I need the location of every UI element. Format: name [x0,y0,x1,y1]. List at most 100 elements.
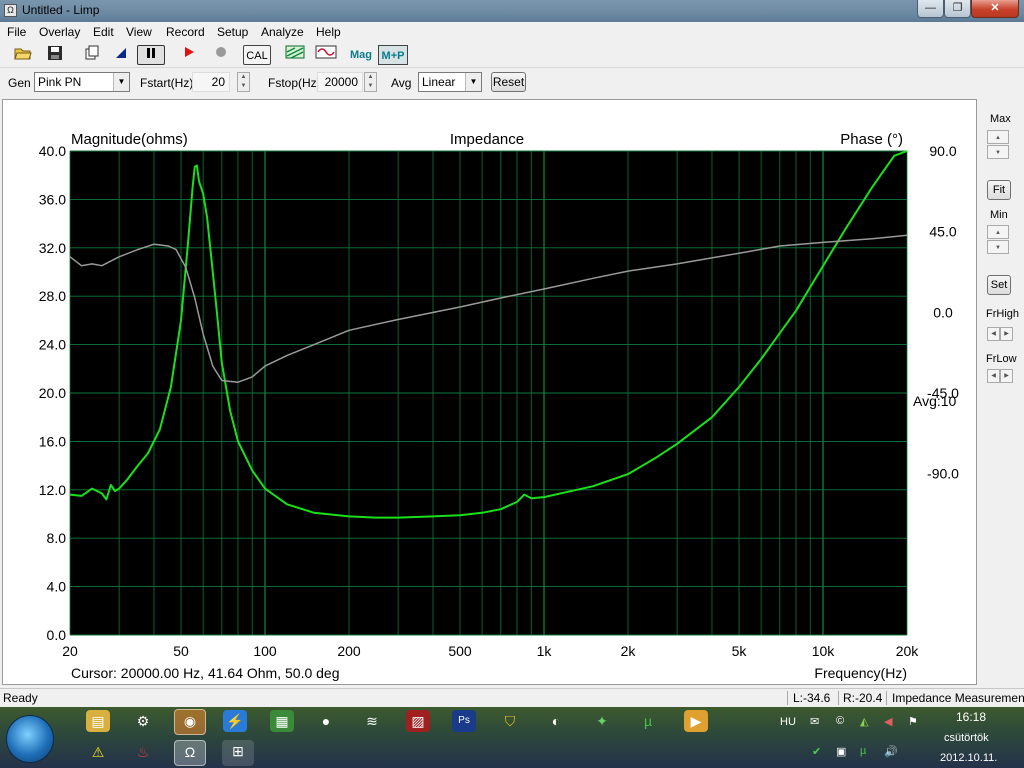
y-tick-label: 12.0 [39,482,66,498]
y2-tick-label: 0.0 [933,304,953,320]
record-play-icon[interactable] [178,45,200,65]
menu-overlay[interactable]: Overlay [39,25,80,39]
clock-day[interactable]: csütörtök [944,732,989,744]
y-tick-label: 8.0 [47,530,67,546]
status-divider [787,691,788,705]
status-mode: Impedance Measuremen [892,691,1024,705]
fstop-field[interactable]: 20000 [317,72,363,92]
right-axis-label: Phase (°) [840,131,903,148]
cal-button[interactable]: CAL [243,45,271,65]
tray-speaker-icon[interactable]: ◀ [884,715,892,728]
save-icon[interactable] [44,45,66,65]
minimize-button[interactable]: — [917,0,944,18]
media-icon[interactable]: ◐ [544,710,568,732]
max-label: Max [990,113,1011,125]
menu-setup[interactable]: Setup [217,25,248,39]
chrome-icon[interactable]: ● [314,710,338,732]
app-icon-blue[interactable]: ⚡ [223,710,247,732]
language-indicator[interactable]: HU [780,716,796,728]
menu-edit[interactable]: Edit [93,25,114,39]
max-down-button[interactable]: ▼ [987,145,1009,159]
limp-letter: L [912,565,920,582]
open-folder-icon[interactable] [12,45,34,65]
magnitude-toggle[interactable]: Mag [348,45,374,65]
clock-date[interactable]: 2012.10.11. [940,752,997,764]
explorer-icon[interactable]: ▤ [86,710,110,732]
app-icon-red[interactable]: ▨ [406,710,430,732]
tray-nvidia-icon[interactable]: ◭ [860,715,868,728]
magnitude-phase-toggle[interactable]: M+P [378,45,408,65]
marker-icon[interactable] [110,45,132,65]
x-tick-label: 5k [732,643,748,659]
menu-help[interactable]: Help [316,25,341,39]
start-button[interactable] [6,715,54,763]
reset-button[interactable]: Reset [491,72,526,92]
menu-analyze[interactable]: Analyze [261,25,304,39]
pause-icon[interactable] [137,45,165,65]
y2-tick-label: -90.0 [927,466,959,482]
generator-select[interactable]: Pink PN ▼ [34,72,130,92]
stop-record-icon[interactable] [210,45,232,65]
fit-button[interactable]: Fit [987,180,1011,200]
waveform-icon[interactable] [313,45,339,65]
calibration-plot-icon[interactable] [283,45,307,65]
tray-network-icon[interactable]: ▣ [836,745,846,758]
frlow-right-button[interactable]: ▶ [1000,369,1013,383]
y-tick-label: 32.0 [39,240,66,256]
y-tick-label: 24.0 [39,337,66,353]
flame-icon[interactable]: ♨ [131,741,155,763]
avg-select[interactable]: Linear ▼ [418,72,482,92]
menu-record[interactable]: Record [166,25,205,39]
generator-bar: Gen Pink PN ▼ Fstart(Hz) 20 ▲ ▼ Fstop(Hz)… [0,68,1024,98]
limp-letter: I [913,581,917,598]
min-label: Min [990,209,1008,221]
min-down-button[interactable]: ▼ [987,240,1009,254]
tray-check-icon[interactable]: ✔ [812,745,821,758]
menu-bar: File Overlay Edit View Record Setup Anal… [0,22,1024,42]
y-tick-label: 20.0 [39,385,66,401]
firefox-icon[interactable]: ◉ [174,709,206,735]
y-tick-label: 16.0 [39,433,66,449]
copy-icon[interactable] [81,45,103,65]
star-icon[interactable]: ✦ [590,710,614,732]
max-up-button[interactable]: ▲ [987,130,1009,144]
min-up-button[interactable]: ▲ [987,225,1009,239]
status-bar: Ready L:-34.6 R:-20.4 Impedance Measurem… [0,688,1024,707]
maximize-button[interactable]: ❐ [944,0,971,18]
chevron-down-icon[interactable]: ▼ [465,73,481,91]
tray-flag-icon[interactable]: ⚑ [908,715,918,728]
frhigh-right-button[interactable]: ▶ [1000,327,1013,341]
steam-icon[interactable]: ⚙ [131,710,155,732]
x-tick-label: 10k [812,643,836,659]
app-icon[interactable]: Ω [4,4,17,17]
title-bar: Ω Untitled - Limp — ❐ ✕ [0,0,1024,22]
tray-utorrent-icon[interactable]: µ [860,745,866,757]
photoshop-icon[interactable]: Ps [452,710,476,732]
fstart-spinner[interactable]: ▲ ▼ [237,72,250,92]
calculator-icon[interactable]: ⊞ [222,740,254,766]
impedance-chart[interactable]: Magnitude(ohms) Impedance Phase (°) 0.0 4… [3,100,976,684]
clock-time[interactable]: 16:18 [956,710,986,724]
chevron-down-icon[interactable]: ▼ [113,73,129,91]
menu-file[interactable]: File [7,25,26,39]
frlow-left-button[interactable]: ◀ [987,369,1000,383]
tray-c-icon[interactable]: © [836,715,844,727]
volume-icon[interactable]: 🔊 [884,745,898,758]
warning-icon[interactable]: ⚠ [86,741,110,763]
menu-view[interactable]: View [126,25,152,39]
fstart-field[interactable]: 20 [192,72,230,92]
status-ready: Ready [3,691,38,705]
shield-icon[interactable]: ⛉ [498,710,522,732]
avg-count-text: Avg:10 [913,393,957,409]
limp-taskbar-icon[interactable]: Ω [174,740,206,766]
paint-icon[interactable]: ▦ [270,710,294,732]
network-icon[interactable]: ≋ [360,710,384,732]
utorrent-icon[interactable]: µ [636,710,660,732]
fstop-spinner[interactable]: ▲ ▼ [364,72,377,92]
set-button[interactable]: Set [987,275,1011,295]
close-button[interactable]: ✕ [971,0,1019,18]
tray-mail-icon[interactable]: ✉ [810,715,819,728]
frhigh-left-button[interactable]: ◀ [987,327,1000,341]
player-icon[interactable]: ▶ [684,710,708,732]
y2-tick-label: 90.0 [929,143,956,159]
